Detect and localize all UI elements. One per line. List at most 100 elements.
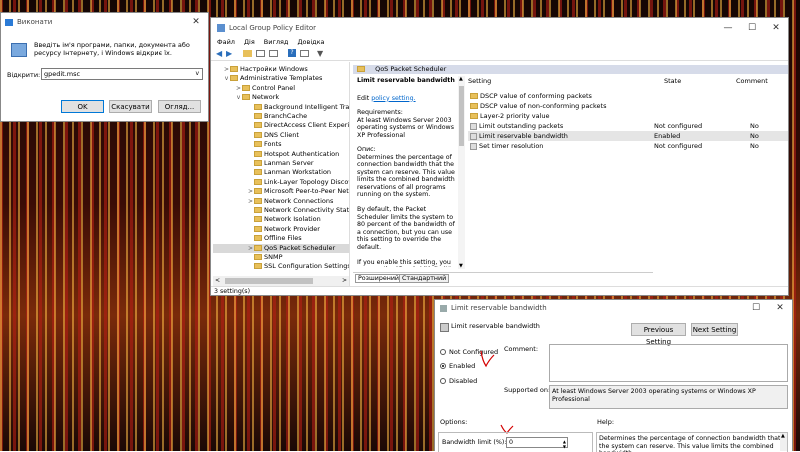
tree-item[interactable]: > Network Connections bbox=[213, 196, 349, 206]
comment-textarea[interactable] bbox=[549, 344, 788, 382]
help-icon[interactable]: ? bbox=[288, 49, 296, 57]
folder-up-icon[interactable] bbox=[243, 50, 252, 57]
tree-item[interactable]: Lanman Server bbox=[213, 159, 349, 168]
chevron-right-icon[interactable]: > bbox=[247, 197, 254, 206]
radio-disabled-control[interactable] bbox=[440, 378, 446, 384]
tree-item[interactable]: DirectAccess Client Experien bbox=[213, 121, 349, 130]
tree-item[interactable]: DNS Client bbox=[213, 131, 349, 140]
menu-help[interactable]: Довідка bbox=[297, 38, 324, 47]
tab-standard[interactable]: Стандартний bbox=[399, 274, 450, 283]
menu-file[interactable]: Файл bbox=[217, 38, 235, 47]
scroll-up-icon[interactable]: ▲ bbox=[459, 76, 463, 82]
table-row[interactable]: Layer-2 priority value bbox=[468, 111, 788, 121]
radio-disabled[interactable]: Disabled bbox=[440, 377, 477, 385]
tree-item[interactable]: SNMP bbox=[213, 253, 349, 262]
chevron-right-icon[interactable]: > bbox=[235, 84, 242, 93]
policy-setting-link[interactable]: policy setting. bbox=[371, 95, 415, 102]
tree-item[interactable]: Fonts bbox=[213, 140, 349, 149]
maximize-icon[interactable]: ☐ bbox=[740, 23, 764, 33]
previous-setting-button[interactable]: Previous Setting bbox=[631, 323, 686, 346]
col-header-state[interactable]: State bbox=[664, 77, 681, 85]
back-icon[interactable]: ◀ bbox=[216, 49, 222, 58]
forward-icon[interactable]: ▶ bbox=[226, 49, 232, 58]
scroll-up-icon[interactable]: ▲ bbox=[781, 433, 785, 439]
table-row[interactable]: DSCP value of non-conforming packets bbox=[468, 101, 788, 111]
col-header-comment[interactable]: Comment bbox=[736, 77, 768, 85]
menu-action[interactable]: Дія bbox=[244, 38, 255, 47]
tree-item[interactable]: SSL Configuration Settings bbox=[213, 262, 349, 271]
comment-label: Comment: bbox=[504, 345, 539, 353]
tree-item[interactable]: > QoS Packet Scheduler bbox=[213, 243, 349, 253]
close-icon[interactable]: ✕ bbox=[184, 17, 208, 27]
bandwidth-spinbox[interactable]: 0 ▲ ▼ bbox=[506, 437, 568, 451]
scroll-down-icon[interactable]: ▼ bbox=[459, 263, 463, 269]
tree-item[interactable]: v Network bbox=[213, 93, 349, 102]
spin-down-icon[interactable]: ▼ bbox=[563, 442, 566, 451]
browse-button[interactable]: Огляд... bbox=[158, 100, 201, 113]
tree-item[interactable]: Network Provider bbox=[213, 225, 349, 234]
tab-extended[interactable]: Розширений bbox=[355, 274, 403, 283]
folder-icon bbox=[254, 188, 262, 195]
tree-item-label: Network Connections bbox=[264, 196, 334, 205]
tree-item[interactable]: Link-Layer Topology Discov bbox=[213, 178, 349, 187]
table-row[interactable]: Limit outstanding packets Not configured N… bbox=[468, 121, 788, 131]
supported-box: At least Windows Server 2003 operating s… bbox=[549, 385, 788, 409]
tree-item[interactable]: Background Intelligent Tran bbox=[213, 102, 350, 112]
table-row[interactable]: Limit reservable bandwidth Enabled No bbox=[468, 131, 788, 141]
export-list-icon[interactable] bbox=[269, 50, 278, 57]
chevron-down-icon[interactable]: v bbox=[235, 93, 242, 102]
next-setting-button[interactable]: Next Setting bbox=[691, 323, 738, 336]
tree-item[interactable]: > Настройки Windows bbox=[213, 65, 349, 74]
minimize-icon[interactable]: — bbox=[716, 23, 740, 33]
tree-item[interactable]: Lanman Workstation bbox=[213, 168, 349, 177]
tree-item[interactable]: > Control Panel bbox=[213, 83, 349, 93]
menu-view[interactable]: Вигляд bbox=[264, 38, 289, 47]
tree-item[interactable]: Hotspot Authentication bbox=[213, 150, 349, 159]
description-vscrollbar[interactable]: ▲ ▼ bbox=[458, 76, 465, 269]
show-hide-tree-icon[interactable] bbox=[256, 50, 265, 57]
status-bar: 3 setting(s) bbox=[211, 286, 788, 297]
tree-item[interactable]: BranchCache bbox=[213, 112, 349, 121]
col-header-setting[interactable]: Setting bbox=[468, 77, 491, 85]
table-row[interactable]: DSCP value of conforming packets bbox=[468, 91, 788, 101]
maximize-icon[interactable]: ☐ bbox=[744, 303, 768, 313]
cancel-button[interactable]: Скасувати bbox=[109, 100, 152, 113]
scroll-thumb[interactable] bbox=[459, 86, 464, 146]
chevron-right-icon[interactable]: > bbox=[247, 244, 254, 253]
tree-item-label: Background Intelligent Tran bbox=[264, 102, 350, 111]
close-icon[interactable]: ✕ bbox=[764, 23, 788, 33]
filter-icon[interactable]: ▼ bbox=[317, 49, 323, 58]
tree-item[interactable]: v Administrative Templates bbox=[213, 74, 349, 83]
radio-enabled[interactable]: Enabled bbox=[440, 362, 475, 370]
tree-hscrollbar[interactable]: < > bbox=[213, 276, 349, 286]
tree-item[interactable]: > Microsoft Peer-to-Peer Netw bbox=[213, 187, 349, 196]
radio-enabled-control[interactable] bbox=[440, 363, 446, 369]
edit-prefix: Edit bbox=[357, 94, 372, 102]
table-row[interactable]: Set timer resolution Not configured No bbox=[468, 141, 788, 151]
help-panel: Determines the percentage of connection … bbox=[596, 432, 788, 452]
ok-button[interactable]: OK bbox=[61, 100, 104, 113]
tree-item[interactable]: Offline Files bbox=[213, 234, 349, 243]
tree-item-label: Control Panel bbox=[252, 83, 296, 92]
folder-icon bbox=[254, 113, 262, 119]
tree-item-label: Lanman Workstation bbox=[264, 168, 332, 177]
tree-item[interactable]: Network Isolation bbox=[213, 215, 349, 224]
pane-header-title: QoS Packet Scheduler bbox=[375, 65, 447, 73]
open-input[interactable]: gpedit.msc v bbox=[41, 68, 203, 80]
chevron-right-icon[interactable]: > bbox=[247, 187, 254, 196]
chevron-down-icon[interactable]: v bbox=[223, 74, 230, 83]
scroll-left-icon[interactable]: < bbox=[215, 277, 220, 284]
right-pane: QoS Packet Scheduler Limit reservable ba… bbox=[353, 65, 788, 284]
row-setting-name: Limit outstanding packets bbox=[479, 122, 564, 130]
run-titlebar: Виконати ✕ bbox=[1, 13, 208, 31]
scroll-thumb[interactable] bbox=[225, 278, 313, 284]
tree-item[interactable]: Network Connectivity Status bbox=[213, 206, 349, 215]
folder-icon bbox=[254, 150, 262, 157]
scroll-right-icon[interactable]: > bbox=[342, 277, 347, 284]
properties-icon[interactable] bbox=[300, 50, 309, 57]
chevron-right-icon[interactable]: > bbox=[223, 65, 230, 74]
help-vscrollbar[interactable]: ▲ bbox=[780, 433, 787, 451]
close-icon[interactable]: ✕ bbox=[768, 303, 792, 313]
chevron-down-icon[interactable]: v bbox=[195, 69, 199, 79]
radio-not-configured-control[interactable] bbox=[440, 349, 446, 355]
